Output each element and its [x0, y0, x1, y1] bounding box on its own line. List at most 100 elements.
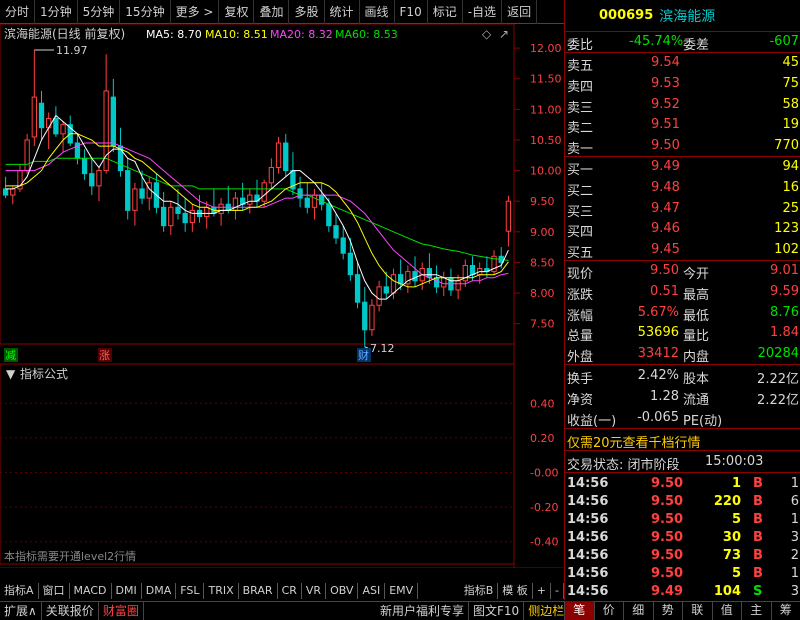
indicator-tab-11[interactable]: ASI — [358, 583, 386, 599]
order-price: 9.48 — [651, 179, 680, 195]
quote-tab-0[interactable]: 笔 — [564, 601, 594, 620]
order-price: 9.51 — [651, 117, 680, 133]
fund-row: 净资 1.28 流通 2.22亿 — [565, 387, 800, 408]
candle-body — [369, 304, 375, 331]
indicator-tab-2[interactable]: MACD — [70, 583, 112, 599]
quote-tab-2[interactable]: 细 — [623, 601, 653, 620]
order-row[interactable]: 买一 9.49 94 — [565, 157, 800, 178]
toolbar-item-9[interactable]: 画线 — [360, 0, 395, 24]
candle-body — [232, 197, 239, 211]
collapse-icon[interactable]: ▼ — [6, 367, 16, 381]
order-row[interactable]: 卖三 9.52 58 — [565, 95, 800, 116]
toolbar-item-11[interactable]: 标记 — [428, 0, 463, 24]
tick-side: S — [753, 584, 763, 599]
candle-body — [390, 274, 397, 294]
footer-right-item-0[interactable]: 新用户福利专享 — [376, 602, 470, 620]
indicator-tick-label: 0.20 — [530, 432, 555, 445]
footer-item-2[interactable]: 财富圈 — [99, 602, 144, 620]
indicator-tab-10[interactable]: OBV — [326, 583, 359, 599]
candle-body — [46, 118, 52, 129]
order-row[interactable]: 卖一 9.50 770 — [565, 136, 800, 157]
y-tick-label: 9.50 — [530, 195, 555, 208]
indicator-tab-13[interactable] — [418, 583, 460, 599]
order-row[interactable]: 买四 9.46 123 — [565, 219, 800, 240]
footer-item-1[interactable]: 关联报价 — [42, 602, 99, 620]
quote-tab-6[interactable]: 主 — [741, 601, 771, 620]
quote-tab-1[interactable]: 价 — [593, 601, 624, 620]
indicator-tab-0[interactable]: 指标A — [0, 583, 39, 599]
indicator-tab-7[interactable]: BRAR — [239, 583, 278, 599]
indicator-tab-8[interactable]: CR — [278, 583, 302, 599]
grid — [0, 402, 514, 543]
toolbar-item-0[interactable]: 分时 — [0, 0, 36, 24]
quote-tab-3[interactable]: 势 — [652, 601, 683, 620]
order-row[interactable]: 买五 9.45 102 — [565, 240, 800, 261]
toolbar-item-6[interactable]: 叠加 — [254, 0, 290, 24]
tick-volume: 5 — [731, 566, 741, 581]
toolbar-item-12[interactable]: -自选 — [463, 0, 503, 24]
order-row[interactable]: 卖五 9.54 45 — [565, 53, 800, 74]
toolbar-item-2[interactable]: 5分钟 — [78, 0, 121, 24]
order-label: 买三 — [567, 204, 594, 220]
toolbar-item-10[interactable]: F10 — [395, 0, 428, 24]
toolbar-item-8[interactable]: 统计 — [325, 0, 360, 24]
stat-value: 1.84 — [770, 325, 799, 341]
order-volume: 19 — [782, 117, 799, 133]
tick-volume: 220 — [713, 494, 741, 509]
kline-chart[interactable]: 12.00 11.50 11.00 10.50 10.00 9.50 9.00 8.50 8.0… — [0, 24, 564, 568]
stat-value: 9.59 — [770, 283, 799, 299]
tick-row: 14:56 9.50 73 B 2 — [565, 546, 800, 564]
quote-tab-5[interactable]: 值 — [711, 601, 742, 620]
stat-label: 涨跌 — [567, 287, 594, 303]
indicator-frame — [0, 363, 515, 565]
order-row[interactable]: 卖二 9.51 19 — [565, 115, 800, 136]
quote-tab-7[interactable]: 筹 — [770, 601, 800, 620]
indicator-tab-12[interactable]: EMV — [385, 583, 419, 599]
indicator-tab-5[interactable]: FSL — [176, 583, 205, 599]
indicator-note: 本指标需要开通level2行情 — [4, 549, 136, 563]
quote-tab-4[interactable]: 联 — [682, 601, 712, 620]
toolbar-item-1[interactable]: 1分钟 — [35, 0, 78, 24]
indicator-tab-15[interactable]: 模 板 — [498, 583, 533, 599]
stat-label: 涨幅 — [567, 308, 594, 324]
toolbar-item-7[interactable]: 多股 — [289, 0, 325, 24]
order-row[interactable]: 买二 9.48 16 — [565, 178, 800, 199]
order-volume: 25 — [782, 200, 799, 216]
indicator-tab-17[interactable]: - — [551, 583, 564, 599]
diamond-icon[interactable]: ◇ — [482, 27, 492, 41]
indicator-tab-4[interactable]: DMA — [142, 583, 177, 599]
tick-side: B — [753, 476, 763, 491]
footer-right-item-1[interactable]: 图文F10 — [469, 602, 525, 620]
order-row[interactable]: 卖四 9.53 75 — [565, 74, 800, 95]
indicator-tab-6[interactable]: TRIX — [204, 583, 239, 599]
order-row[interactable]: 买三 9.47 25 — [565, 199, 800, 220]
indicator-tab-3[interactable]: DMI — [112, 583, 142, 599]
stat-row: 涨跌 0.51 最高 9.59 — [565, 282, 800, 303]
candle-body — [60, 124, 66, 135]
order-price: 9.53 — [651, 75, 680, 91]
tick-count: 6 — [790, 494, 799, 509]
y-tick-label: 10.00 — [530, 165, 562, 178]
toolbar-item-5[interactable]: 复权 — [219, 0, 255, 24]
promo-text[interactable]: 仅需20元查看千档行情 — [567, 432, 701, 451]
y-tick-label: 12.00 — [530, 42, 562, 55]
candle-body — [311, 194, 318, 208]
indicator-tab-1[interactable]: 窗口 — [39, 583, 70, 599]
toolbar-item-3[interactable]: 15分钟 — [120, 0, 171, 24]
candle-body — [31, 96, 37, 138]
trade-status: 交易状态: 闭市阶段 — [567, 458, 680, 473]
order-volume: 123 — [774, 221, 799, 237]
promo-row[interactable]: 仅需20元查看千档行情 — [565, 430, 800, 451]
expand-icon[interactable]: ↗ — [499, 27, 509, 41]
indicator-tab-14[interactable]: 指标B — [460, 583, 499, 599]
toolbar-item-4[interactable]: 更多 > — [171, 0, 220, 24]
indicator-tab-16[interactable]: + — [533, 583, 552, 599]
y-tick-label: 8.00 — [530, 287, 555, 300]
indicator-title[interactable]: 指标公式 — [20, 366, 68, 381]
candle-body — [398, 274, 404, 285]
stat-value: 8.76 — [770, 304, 799, 320]
indicator-tick-label: -0.20 — [530, 501, 558, 514]
toolbar-item-13[interactable]: 返回 — [502, 0, 538, 24]
indicator-tab-9[interactable]: VR — [302, 583, 327, 599]
footer-item-0[interactable]: 扩展∧ — [0, 602, 42, 620]
